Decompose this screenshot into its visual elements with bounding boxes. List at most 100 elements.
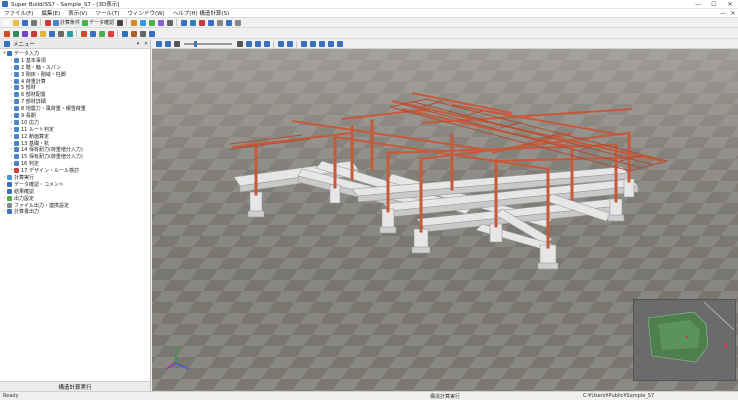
load-button[interactable] [80,30,87,37]
mdi-minimize-button[interactable]: — [718,10,728,17]
ground-button[interactable] [130,30,137,37]
view-rotate-button[interactable] [164,41,171,48]
tree-item[interactable]: › 17 デザイン・ルール検討 [0,167,150,174]
tree-item[interactable]: › 14 保有耐力(荷重増分入力) [0,146,150,153]
tree-item[interactable]: › 15 保有耐力(荷重増分入力) [0,153,150,160]
maximize-button[interactable]: ☐ [706,0,722,9]
node-button[interactable] [107,30,114,37]
menu-edit[interactable]: 編集(E) [37,9,64,17]
tree-item[interactable]: › 9 長期 [0,112,150,119]
tree-item[interactable]: › 3 剛床・剛域・柱脚 [0,71,150,78]
foundation-button[interactable] [48,30,55,37]
minimize-button[interactable]: — [690,0,706,9]
menu-node-icon [14,154,19,160]
new-file-button[interactable] [3,19,10,26]
calc-run-button[interactable] [44,19,51,26]
mdi-close-button[interactable]: ✕ [728,10,738,17]
view-select-button[interactable] [155,41,162,48]
window-button[interactable] [225,19,232,26]
tree-item[interactable]: › データ確認・コメント [0,181,150,188]
solid-button[interactable] [277,41,284,48]
status-bar: Ready 構造計算実行 C:¥Users¥Public¥Sample_S7 [0,391,738,400]
slab-button[interactable] [39,30,46,37]
zoom-button[interactable] [139,30,146,37]
layout-button[interactable] [198,19,205,26]
undo-button[interactable] [180,19,187,26]
tree-item[interactable]: › 7 部材詳細 [0,98,150,105]
menu-node-icon [14,85,19,91]
axis-toggle-button[interactable] [300,41,307,48]
tree-item[interactable]: › 8 地震力・風荷重・積雪荷重 [0,105,150,112]
home-button[interactable] [207,19,214,26]
tree-item[interactable]: › 計算書出力 [0,208,150,215]
wall-button[interactable] [30,30,37,37]
pile-button[interactable] [66,30,73,37]
tree-item[interactable]: › ファイル出力・連携設定 [0,202,150,209]
tree-item[interactable]: › 1 基本事項 [0,57,150,64]
table-button[interactable] [139,19,146,26]
member-button[interactable] [121,30,128,37]
menu-node-icon [14,78,19,84]
view-front-button[interactable] [236,41,243,48]
tree-item[interactable]: › 13 基礎・杭 [0,140,150,147]
calc-settings-button[interactable]: 計算条件 [53,19,80,26]
tile-button[interactable] [216,19,223,26]
layer-button[interactable] [98,30,105,37]
close-button[interactable]: ✕ [722,0,738,9]
view-select-icon [155,41,162,47]
zoom-slider[interactable] [184,41,232,47]
panel-close-button[interactable]: ✕ [142,41,150,47]
tree-item[interactable]: › 12 断面算定 [0,133,150,140]
fit-button[interactable] [148,30,155,37]
tree-item[interactable]: › 5 部材 [0,84,150,91]
print-button[interactable] [30,19,37,26]
run-calculation-button[interactable]: 構造計算実行 [0,381,150,391]
tree-item[interactable]: › 16 判定 [0,160,150,167]
tree-item[interactable]: › 出力設定 [0,195,150,202]
open-folder-icon [12,19,19,26]
print-preview-button[interactable] [166,19,173,26]
list-button[interactable] [157,19,164,26]
tree-item[interactable]: › 6 部材配置 [0,91,150,98]
grid-view-button[interactable] [189,19,196,26]
zoom-slider-knob[interactable] [193,41,197,47]
view-iso-button[interactable] [263,41,270,48]
foundation-icon [48,30,55,37]
view-side-button[interactable] [254,41,261,48]
tree-item[interactable]: › 4 荷重計算 [0,78,150,85]
menu-help[interactable]: ヘルプ(H) 構造計算(S) [169,9,233,17]
menu-view[interactable]: 表示(V) [64,9,91,17]
data-check-button[interactable]: データ確認 [82,19,114,26]
pen-button[interactable] [130,19,137,26]
minimap[interactable] [633,299,736,381]
menu-tools[interactable]: ツール(T) [91,9,123,17]
tree-item[interactable]: › 結果確認 [0,188,150,195]
wire-button[interactable] [286,41,293,48]
panel-pin-button[interactable]: ▾ [134,41,142,47]
3d-viewport[interactable] [152,49,738,391]
member-toggle-button[interactable] [318,41,325,48]
save-button[interactable] [21,19,28,26]
chart-button[interactable] [148,19,155,26]
stop-button[interactable] [116,19,123,26]
beam-button[interactable] [12,30,19,37]
menu-window[interactable]: ウィンドウ(W) [123,9,168,17]
tree-item[interactable]: › 2 階・軸・スパン [0,64,150,71]
tree-item[interactable]: › 計算実行 [0,174,150,181]
tree-item[interactable]: › 10 応力 [0,119,150,126]
model-toolbar [0,29,738,39]
node-toggle-button[interactable] [309,41,316,48]
zoom-button[interactable] [173,41,180,48]
filter-button[interactable] [327,41,334,48]
tree-item[interactable]: › 11 ルート判定 [0,126,150,133]
open-folder-button[interactable] [12,19,19,26]
brace-button[interactable] [57,30,64,37]
frame-button[interactable] [3,30,10,37]
tree-item[interactable]: ▾ データ入力 [0,50,150,57]
cascade-button[interactable] [234,19,241,26]
settings-button[interactable] [336,41,343,48]
view-top-button[interactable] [245,41,252,48]
section-button[interactable] [89,30,96,37]
column-button[interactable] [21,30,28,37]
menu-file[interactable]: ファイル(F) [0,9,37,17]
